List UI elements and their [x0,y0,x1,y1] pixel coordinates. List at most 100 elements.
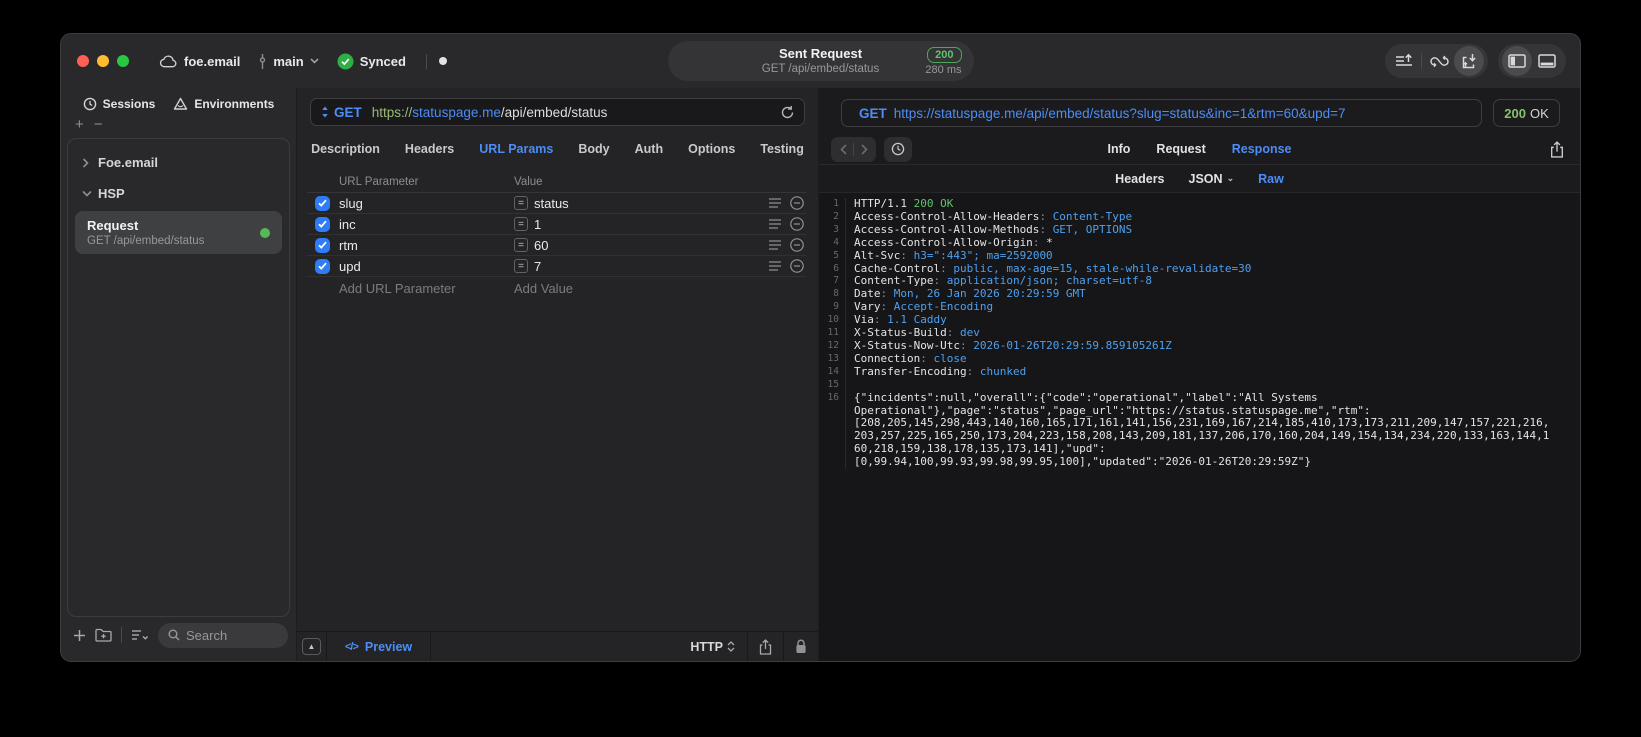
export-response-icon[interactable] [1550,140,1564,158]
add-param-name-field[interactable]: Add URL Parameter [339,281,514,296]
add-param-value-field[interactable]: Add Value [514,281,806,296]
chevron-down-icon [310,58,319,64]
param-name-field[interactable]: inc [339,217,514,232]
search-input[interactable]: Search [158,622,288,648]
sort-filter-button[interactable] [131,629,149,641]
equals-badge-icon: = [514,259,528,273]
sync-status-label: Synced [359,53,406,69]
line-number [819,456,846,470]
view-tab-json[interactable]: JSON ⌄ [1189,172,1235,186]
new-folder-button[interactable] [95,628,112,642]
param-checkbox[interactable] [315,216,330,232]
tree-group-label: HSP [98,186,125,201]
layout-sidebar-icon[interactable] [1502,46,1532,76]
response-status-code: 200 [1504,105,1526,121]
add-session-button[interactable]: + [75,117,84,136]
response-url-row: GET https://statuspage.me/api/embed/stat… [819,88,1580,134]
line-number: 11 [819,327,846,340]
forward-button[interactable] [854,143,874,155]
resend-icon[interactable] [781,105,794,119]
sent-url-bar[interactable]: GET https://statuspage.me/api/embed/stat… [841,99,1482,127]
project-switcher[interactable]: foe.email [159,54,240,69]
line-content: [0,99.94,100,99.93,99.98,99.95,100],"upd… [854,455,1311,469]
row-menu-icon[interactable] [769,219,781,229]
param-checkbox[interactable] [315,258,330,274]
response-status-text: OK [1529,105,1549,121]
branch-switcher[interactable]: main [258,53,319,69]
tab-sessions[interactable]: Sessions [83,97,155,111]
editor-tab-url-params[interactable]: URL Params [479,142,553,156]
add-param-row: Add URL Parameter Add Value [307,277,806,299]
line-number: 5 [819,249,846,263]
request-duration: 280 ms [925,63,962,76]
editor-tab-testing[interactable]: Testing [760,142,804,156]
editor-tab-body[interactable]: Body [578,142,609,156]
method-selector-icon[interactable] [321,106,329,118]
row-menu-icon[interactable] [769,240,781,250]
editor-tab-options[interactable]: Options [688,142,735,156]
close-window-button[interactable] [77,55,89,67]
view-tab-raw[interactable]: Raw [1258,172,1284,186]
response-status-pill: 200 OK [1493,99,1560,127]
zoom-window-button[interactable] [117,55,129,67]
lock-icon[interactable] [784,639,818,654]
remove-row-icon[interactable] [790,217,804,231]
tree-group-foe-email[interactable]: Foe.email [68,147,289,178]
layout-bottom-icon[interactable] [1532,46,1562,76]
titlebar-separator [425,53,427,69]
history-clock-icon[interactable] [884,136,912,162]
response-body[interactable]: 1 HTTP/1.1 200 OK 2 Access-Control-Allow-He… [819,193,1580,661]
title-bar: foe.email main Synced Sent Request GET /… [61,34,1580,88]
row-menu-icon[interactable] [769,198,781,208]
tree-group-hsp[interactable]: HSP [68,178,289,209]
session-dot-icon[interactable] [438,57,447,65]
response-tab-request[interactable]: Request [1156,142,1205,156]
param-name-field[interactable]: upd [339,259,514,274]
view-tab-headers[interactable]: Headers [1115,172,1164,186]
share-request-icon[interactable] [748,638,783,655]
request-url-bar[interactable]: GET https://statuspage.me/api/embed/stat… [310,98,805,126]
editor-tab-description[interactable]: Description [311,142,380,156]
status-code-badge: 200 [927,46,962,63]
git-branch-icon [258,53,267,69]
param-checkbox[interactable] [315,195,330,211]
request-method[interactable]: GET [334,105,362,120]
response-tab-info[interactable]: Info [1108,142,1131,156]
link-loop-icon[interactable] [1424,46,1454,76]
param-value-field[interactable]: status [534,196,569,211]
send-all-icon[interactable] [1389,46,1419,76]
remove-row-icon[interactable] [790,238,804,252]
param-checkbox[interactable] [315,237,330,253]
collapse-panel-button[interactable]: ▲ [302,638,321,655]
import-response-icon[interactable] [1454,46,1484,76]
editor-tab-headers[interactable]: Headers [405,142,454,156]
tab-environments[interactable]: Environments [173,97,274,111]
row-menu-icon[interactable] [769,261,781,271]
response-nav: Info Request Response [819,134,1580,165]
tab-environments-label: Environments [194,97,275,111]
request-url[interactable]: https://statuspage.me/api/embed/status [372,105,608,120]
param-value-field[interactable]: 7 [534,259,541,274]
request-editor: GET https://statuspage.me/api/embed/stat… [297,88,818,661]
editor-tab-auth[interactable]: Auth [635,142,663,156]
remove-session-button[interactable]: − [94,117,103,136]
tree-item-request[interactable]: Request GET /api/embed/status [75,211,282,254]
line-number: 14 [819,365,846,379]
remove-row-icon[interactable] [790,196,804,210]
sent-request-pill[interactable]: Sent Request GET /api/embed/status 200 2… [667,41,974,81]
protocol-selector[interactable]: HTTP [678,640,747,654]
sync-status[interactable]: Synced [337,53,406,70]
line-number: 7 [819,275,846,289]
minimize-window-button[interactable] [97,55,109,67]
project-name: foe.email [184,53,241,69]
toolbar-group-separator [1421,53,1422,69]
param-name-field[interactable]: slug [339,196,514,211]
back-button[interactable] [833,143,853,155]
preview-button[interactable]: </> Preview [327,640,430,654]
remove-row-icon[interactable] [790,259,804,273]
param-value-field[interactable]: 1 [534,217,541,232]
response-tab-response[interactable]: Response [1232,142,1292,156]
param-value-field[interactable]: 60 [534,238,548,253]
new-request-button[interactable] [73,629,86,642]
param-name-field[interactable]: rtm [339,238,514,253]
